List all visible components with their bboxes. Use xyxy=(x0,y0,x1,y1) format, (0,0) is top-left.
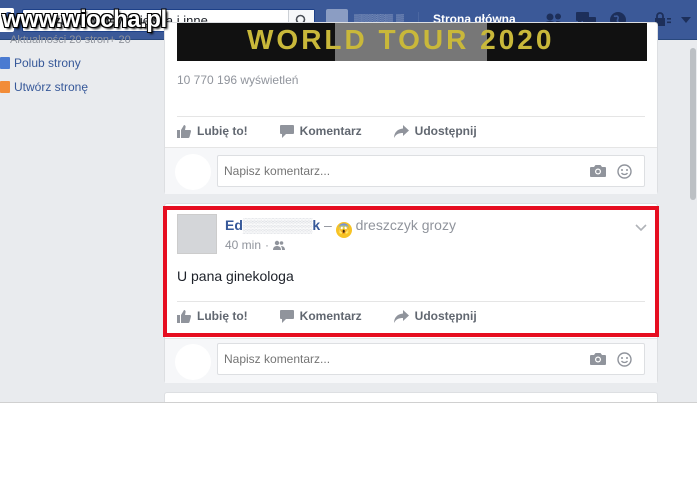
sidebar-item-like-pages[interactable]: Polub strony xyxy=(0,51,160,75)
chevron-down-icon xyxy=(635,224,647,232)
attach-photo-button[interactable] xyxy=(590,352,606,370)
sidebar-item-label: Polub strony xyxy=(14,56,81,70)
sidebar-item-create-page[interactable]: Utwórz stronę xyxy=(0,75,160,99)
comment-input[interactable] xyxy=(218,344,558,374)
account-menu-button[interactable] xyxy=(676,8,696,32)
comment-composer xyxy=(165,338,657,383)
comment-input[interactable] xyxy=(218,156,558,186)
post-timestamp[interactable]: 40 min xyxy=(225,238,261,252)
video-overlay-text: WORLD TOUR 2020 xyxy=(247,24,555,55)
comment-button[interactable]: Komentarz xyxy=(279,124,362,138)
camera-icon xyxy=(590,165,606,177)
share-label: Udostępnij xyxy=(414,309,477,323)
emoji-button[interactable] xyxy=(617,164,632,184)
post-meta: 40 min · xyxy=(225,238,286,252)
comment-label: Komentarz xyxy=(299,309,362,323)
post-header: Ed▒▒▒▒▒▒▒k – 😱 dreszczyk grozy xyxy=(225,217,456,238)
scrollbar-thumb[interactable] xyxy=(690,48,696,200)
author-avatar[interactable] xyxy=(177,214,217,254)
smiley-icon xyxy=(617,164,632,179)
like-button[interactable]: Lubię to! xyxy=(177,309,248,323)
like-button[interactable]: Lubię to! xyxy=(177,124,248,138)
smiley-icon xyxy=(617,352,632,367)
facebook-logo[interactable]: f xyxy=(0,8,14,32)
attach-photo-button[interactable] xyxy=(590,164,606,182)
comment-composer xyxy=(165,147,657,194)
comment-label: Komentarz xyxy=(299,124,362,138)
scrollbar[interactable] xyxy=(689,40,697,400)
author-name[interactable]: Ed▒▒▒▒▒▒▒k xyxy=(225,217,320,233)
left-sidebar: Aktualności 20 stron+ 20 Polub strony Ut… xyxy=(0,34,160,99)
post-actions: Lubię to! Komentarz Udostępnij xyxy=(177,302,645,330)
post-body-text: U pana ginekologa xyxy=(177,268,294,284)
video-post-card: WORLD TOUR 2020 10 770 196 wyświetleń Lu… xyxy=(164,22,658,194)
commenter-avatar xyxy=(175,344,211,380)
emoji-button[interactable] xyxy=(617,352,632,372)
comment-button[interactable]: Komentarz xyxy=(279,309,362,323)
like-page-icon xyxy=(0,57,10,69)
status-post-card: Ed▒▒▒▒▒▒▒k – 😱 dreszczyk grozy 40 min · … xyxy=(164,203,658,383)
share-arrow-icon xyxy=(393,124,409,138)
comment-field xyxy=(217,155,645,187)
comment-field xyxy=(217,343,645,375)
share-label: Udostępnij xyxy=(414,124,477,138)
bottom-blank-area xyxy=(0,402,697,485)
comment-bubble-icon xyxy=(279,309,294,323)
header-separator: – xyxy=(324,217,332,233)
thumbs-up-icon xyxy=(177,309,191,323)
like-label: Lubię to! xyxy=(197,309,248,323)
share-button[interactable]: Udostępnij xyxy=(393,309,477,323)
scared-emoji-icon: 😱 xyxy=(335,222,352,238)
share-arrow-icon xyxy=(393,309,409,323)
view-count: 10 770 196 wyświetleń xyxy=(177,73,299,87)
camera-icon xyxy=(590,353,606,365)
like-label: Lubię to! xyxy=(197,124,248,138)
meta-separator: · xyxy=(265,238,270,252)
friends-audience-icon[interactable] xyxy=(273,240,286,250)
video-player[interactable]: WORLD TOUR 2020 xyxy=(177,23,647,61)
chevron-down-icon xyxy=(681,17,691,23)
create-page-icon xyxy=(0,81,10,93)
commenter-avatar xyxy=(175,154,211,190)
share-button[interactable]: Udostępnij xyxy=(393,124,477,138)
comment-bubble-icon xyxy=(279,124,294,138)
feeling-text[interactable]: dreszczyk grozy xyxy=(356,217,456,233)
post-actions: Lubię to! Komentarz Udostępnij xyxy=(177,117,645,145)
thumbs-up-icon xyxy=(177,124,191,138)
post-options-button[interactable] xyxy=(635,218,647,236)
sidebar-item-label: Utwórz stronę xyxy=(14,80,89,94)
left-sidebar-partial-item[interactable]: Aktualności 20 stron+ 20 xyxy=(10,34,150,46)
